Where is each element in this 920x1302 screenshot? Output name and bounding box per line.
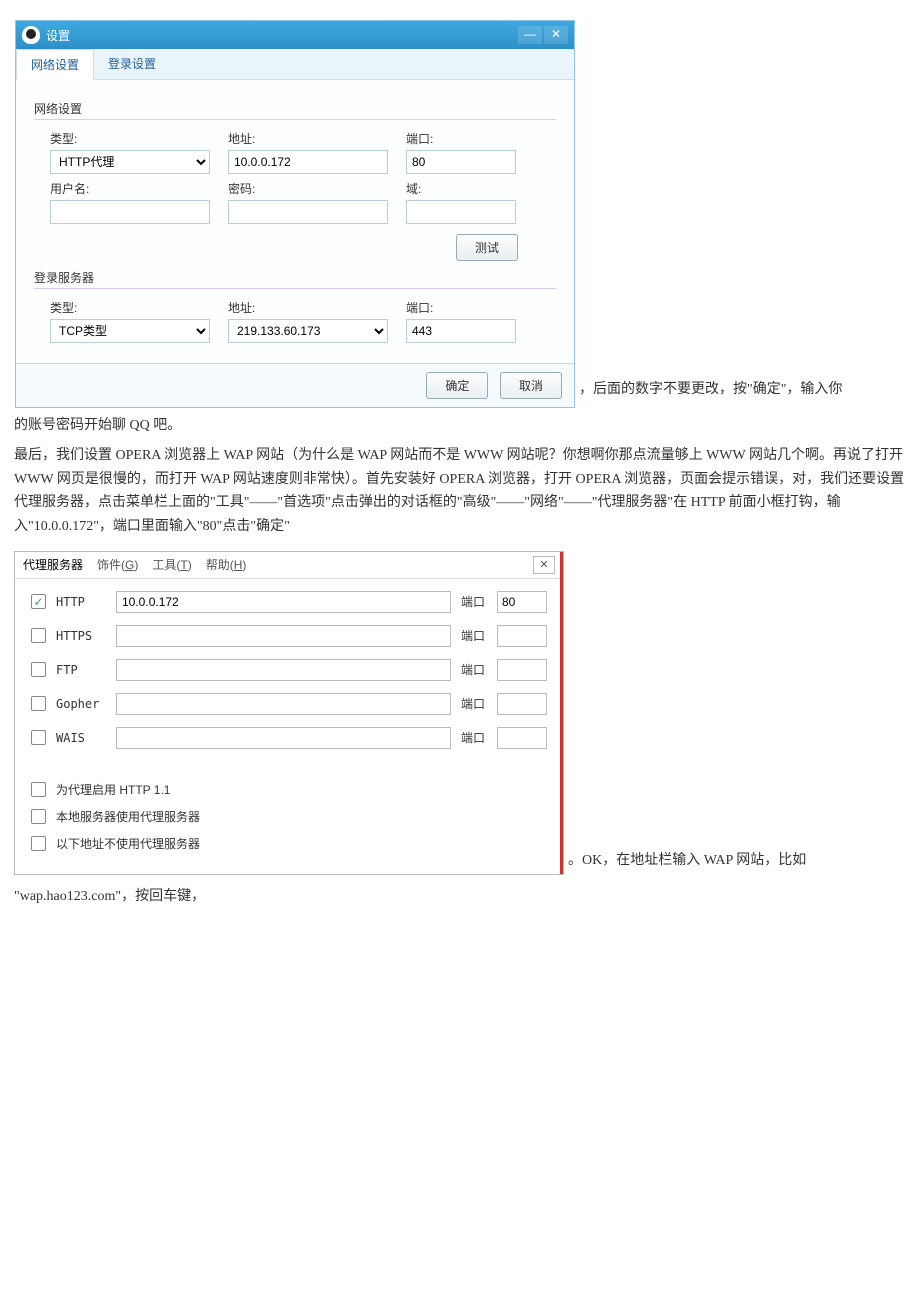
proxy-row-http: HTTP 端口 xyxy=(31,591,547,613)
proxy-addr-https[interactable] xyxy=(116,625,451,647)
chk-gopher[interactable] xyxy=(31,696,46,711)
para2: 最后，我们设置 OPERA 浏览器上 WAP 网站（为什么是 WAP 网站而不是… xyxy=(14,444,906,539)
opt-local: 本地服务器使用代理服务器 xyxy=(56,808,200,825)
proto-label: WAIS xyxy=(56,731,116,745)
opera-close-icon[interactable]: ✕ xyxy=(533,556,555,574)
proxy-addr-http[interactable] xyxy=(116,591,451,613)
proxy-addr-gopher[interactable] xyxy=(116,693,451,715)
menu-help[interactable]: 帮助(H) xyxy=(206,556,247,573)
qq-window-title: 设置 xyxy=(46,27,516,44)
para3a: 。OK，在地址栏输入 WAP 网站，比如 xyxy=(568,849,806,873)
proxy-row-gopher: Gopher 端口 xyxy=(31,693,547,715)
proto-label: FTP xyxy=(56,663,116,677)
menu-tools[interactable]: 工具(T) xyxy=(152,556,191,573)
proxy-type-select[interactable]: HTTP代理 xyxy=(50,150,210,174)
qq-titlebar: 设置 — ✕ xyxy=(16,21,574,49)
para1a: ，后面的数字不要更改，按"确定"，输入你 xyxy=(579,378,842,402)
port-label: 端口 xyxy=(461,729,491,746)
proxy-row-ftp: FTP 端口 xyxy=(31,659,547,681)
label-addr: 地址: xyxy=(228,130,388,147)
menu-decor[interactable]: 饰件(G) xyxy=(97,556,138,573)
proxy-row-wais: WAIS 端口 xyxy=(31,727,547,749)
login-addr-select[interactable]: 219.133.60.173 xyxy=(228,319,388,343)
label-login-type: 类型: xyxy=(50,299,210,316)
minimize-icon[interactable]: — xyxy=(518,26,542,44)
chk-wais[interactable] xyxy=(31,730,46,745)
label-login-addr: 地址: xyxy=(228,299,388,316)
cancel-button[interactable]: 取消 xyxy=(500,372,562,399)
label-user: 用户名: xyxy=(50,180,210,197)
chk-http[interactable] xyxy=(31,594,46,609)
port-label: 端口 xyxy=(461,627,491,644)
proxy-addr-wais[interactable] xyxy=(116,727,451,749)
opera-proxy-dialog: 代理服务器 饰件(G) 工具(T) 帮助(H) ✕ HTTP端口HTTPS端口F… xyxy=(14,551,564,875)
port-label: 端口 xyxy=(461,593,491,610)
login-type-select[interactable]: TCP类型 xyxy=(50,319,210,343)
close-icon[interactable]: ✕ xyxy=(544,26,568,44)
label-pass: 密码: xyxy=(228,180,388,197)
group-login-server: 登录服务器 xyxy=(34,269,556,289)
tab-network[interactable]: 网络设置 xyxy=(16,49,94,80)
proxy-addr-ftp[interactable] xyxy=(116,659,451,681)
proxy-port-ftp[interactable] xyxy=(497,659,547,681)
label-port: 端口: xyxy=(406,130,516,147)
chk-local[interactable] xyxy=(31,809,46,824)
test-button[interactable]: 测试 xyxy=(456,234,518,261)
label-type: 类型: xyxy=(50,130,210,147)
tab-login[interactable]: 登录设置 xyxy=(94,49,170,79)
ok-button[interactable]: 确定 xyxy=(426,372,488,399)
proxy-port-gopher[interactable] xyxy=(497,693,547,715)
qq-settings-dialog: 设置 — ✕ 网络设置 登录设置 网络设置 类型: HTTP代理 地址: xyxy=(15,20,575,408)
opera-dialog-title: 代理服务器 xyxy=(23,556,83,573)
proxy-domain-input[interactable] xyxy=(406,200,516,224)
para3b: "wap.hao123.com"，按回车键， xyxy=(14,885,906,909)
chk-bypass[interactable] xyxy=(31,836,46,851)
proto-label: HTTP xyxy=(56,595,116,609)
proto-label: Gopher xyxy=(56,697,116,711)
opt-http11: 为代理启用 HTTP 1.1 xyxy=(56,781,170,798)
qq-tabs: 网络设置 登录设置 xyxy=(16,49,574,80)
para1b: 的账号密码开始聊 QQ 吧。 xyxy=(14,414,906,438)
chk-https[interactable] xyxy=(31,628,46,643)
proxy-pass-input[interactable] xyxy=(228,200,388,224)
label-login-port: 端口: xyxy=(406,299,516,316)
port-label: 端口 xyxy=(461,661,491,678)
group-network: 网络设置 xyxy=(34,100,556,120)
proxy-row-https: HTTPS 端口 xyxy=(31,625,547,647)
proxy-user-input[interactable] xyxy=(50,200,210,224)
opera-menubar: 代理服务器 饰件(G) 工具(T) 帮助(H) ✕ xyxy=(15,552,563,579)
proto-label: HTTPS xyxy=(56,629,116,643)
port-label: 端口 xyxy=(461,695,491,712)
proxy-port-https[interactable] xyxy=(497,625,547,647)
proxy-port-wais[interactable] xyxy=(497,727,547,749)
proxy-addr-input[interactable] xyxy=(228,150,388,174)
opt-bypass: 以下地址不使用代理服务器 xyxy=(56,835,200,852)
proxy-port-http[interactable] xyxy=(497,591,547,613)
label-domain: 域: xyxy=(406,180,516,197)
login-port-input[interactable] xyxy=(406,319,516,343)
qq-penguin-icon xyxy=(22,26,40,44)
chk-ftp[interactable] xyxy=(31,662,46,677)
chk-http11[interactable] xyxy=(31,782,46,797)
proxy-port-input[interactable] xyxy=(406,150,516,174)
